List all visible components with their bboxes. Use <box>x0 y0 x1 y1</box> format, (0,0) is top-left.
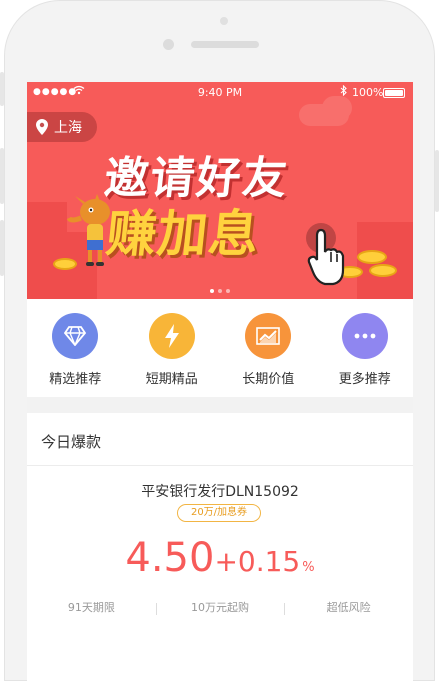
category-label: 短期精品 <box>145 372 198 387</box>
rate-unit: % <box>302 560 315 575</box>
lightning-icon <box>148 313 195 359</box>
category-item-long-term[interactable]: 长期价值 <box>220 299 317 397</box>
promo-banner[interactable]: ●●●●● 9:40 PM 100% 上海 邀请好友 赚加息 <box>27 82 413 299</box>
map-pin-icon <box>36 119 48 135</box>
category-row: 精选推荐 短期精品 长期价值 更多推荐 <box>27 299 413 397</box>
location-city: 上海 <box>54 120 82 136</box>
more-dots-icon <box>341 313 388 359</box>
interest-rate: 4.50+0.15% <box>27 535 413 581</box>
rate-bonus: +0.15 <box>214 545 301 578</box>
term-length: 91天期限 <box>67 601 115 614</box>
growth-chart-icon <box>245 313 292 359</box>
minimum-investment: 10万元起购 <box>191 601 249 614</box>
category-label: 长期价值 <box>242 372 295 387</box>
banner-pager <box>27 278 413 297</box>
app-screen: ●●●●● 9:40 PM 100% 上海 邀请好友 赚加息 精选推荐 短期精品… <box>27 82 413 681</box>
section-title: 今日爆款 <box>41 433 102 451</box>
status-bar: ●●●●● 9:40 PM 100% <box>27 82 413 104</box>
pager-dot[interactable] <box>210 289 214 293</box>
location-selector[interactable]: 上海 <box>27 112 97 142</box>
banner-headline-bottom: 赚加息 <box>103 205 263 263</box>
product-meta: 91天期限 10万元起购 超低风险 <box>27 599 413 615</box>
battery-percent: 100% <box>352 86 384 99</box>
category-item-featured[interactable]: 精选推荐 <box>27 299 124 397</box>
meta-divider <box>284 603 285 615</box>
pager-dot[interactable] <box>226 289 230 293</box>
product-name: 平安银行发行DLN15092 <box>141 484 299 500</box>
mute-switch <box>0 72 4 106</box>
volume-down-button <box>0 220 4 276</box>
category-label: 更多推荐 <box>338 372 391 387</box>
meta-divider <box>156 603 157 615</box>
category-item-more[interactable]: 更多推荐 <box>317 299 414 397</box>
diamond-icon <box>52 313 99 359</box>
volume-up-button <box>0 148 4 204</box>
pager-dot[interactable] <box>218 289 222 293</box>
category-label: 精选推荐 <box>49 372 102 387</box>
phone-sensor <box>220 17 228 25</box>
earpiece-speaker <box>191 41 259 48</box>
front-camera <box>163 39 174 50</box>
bonus-coupon-badge: 20万/加息券 <box>177 504 261 522</box>
power-button <box>435 150 439 212</box>
divider <box>27 465 413 466</box>
battery-icon <box>383 88 405 98</box>
hot-product-card[interactable]: 今日爆款 平安银行发行DLN15092 20万/加息券 4.50+0.15% 9… <box>27 413 413 681</box>
risk-level: 超低风险 <box>326 601 371 614</box>
horse-mascot-illustration <box>67 194 110 266</box>
category-item-short-term[interactable]: 短期精品 <box>124 299 221 397</box>
bluetooth-icon <box>340 84 347 99</box>
rate-base: 4.50 <box>125 535 215 581</box>
